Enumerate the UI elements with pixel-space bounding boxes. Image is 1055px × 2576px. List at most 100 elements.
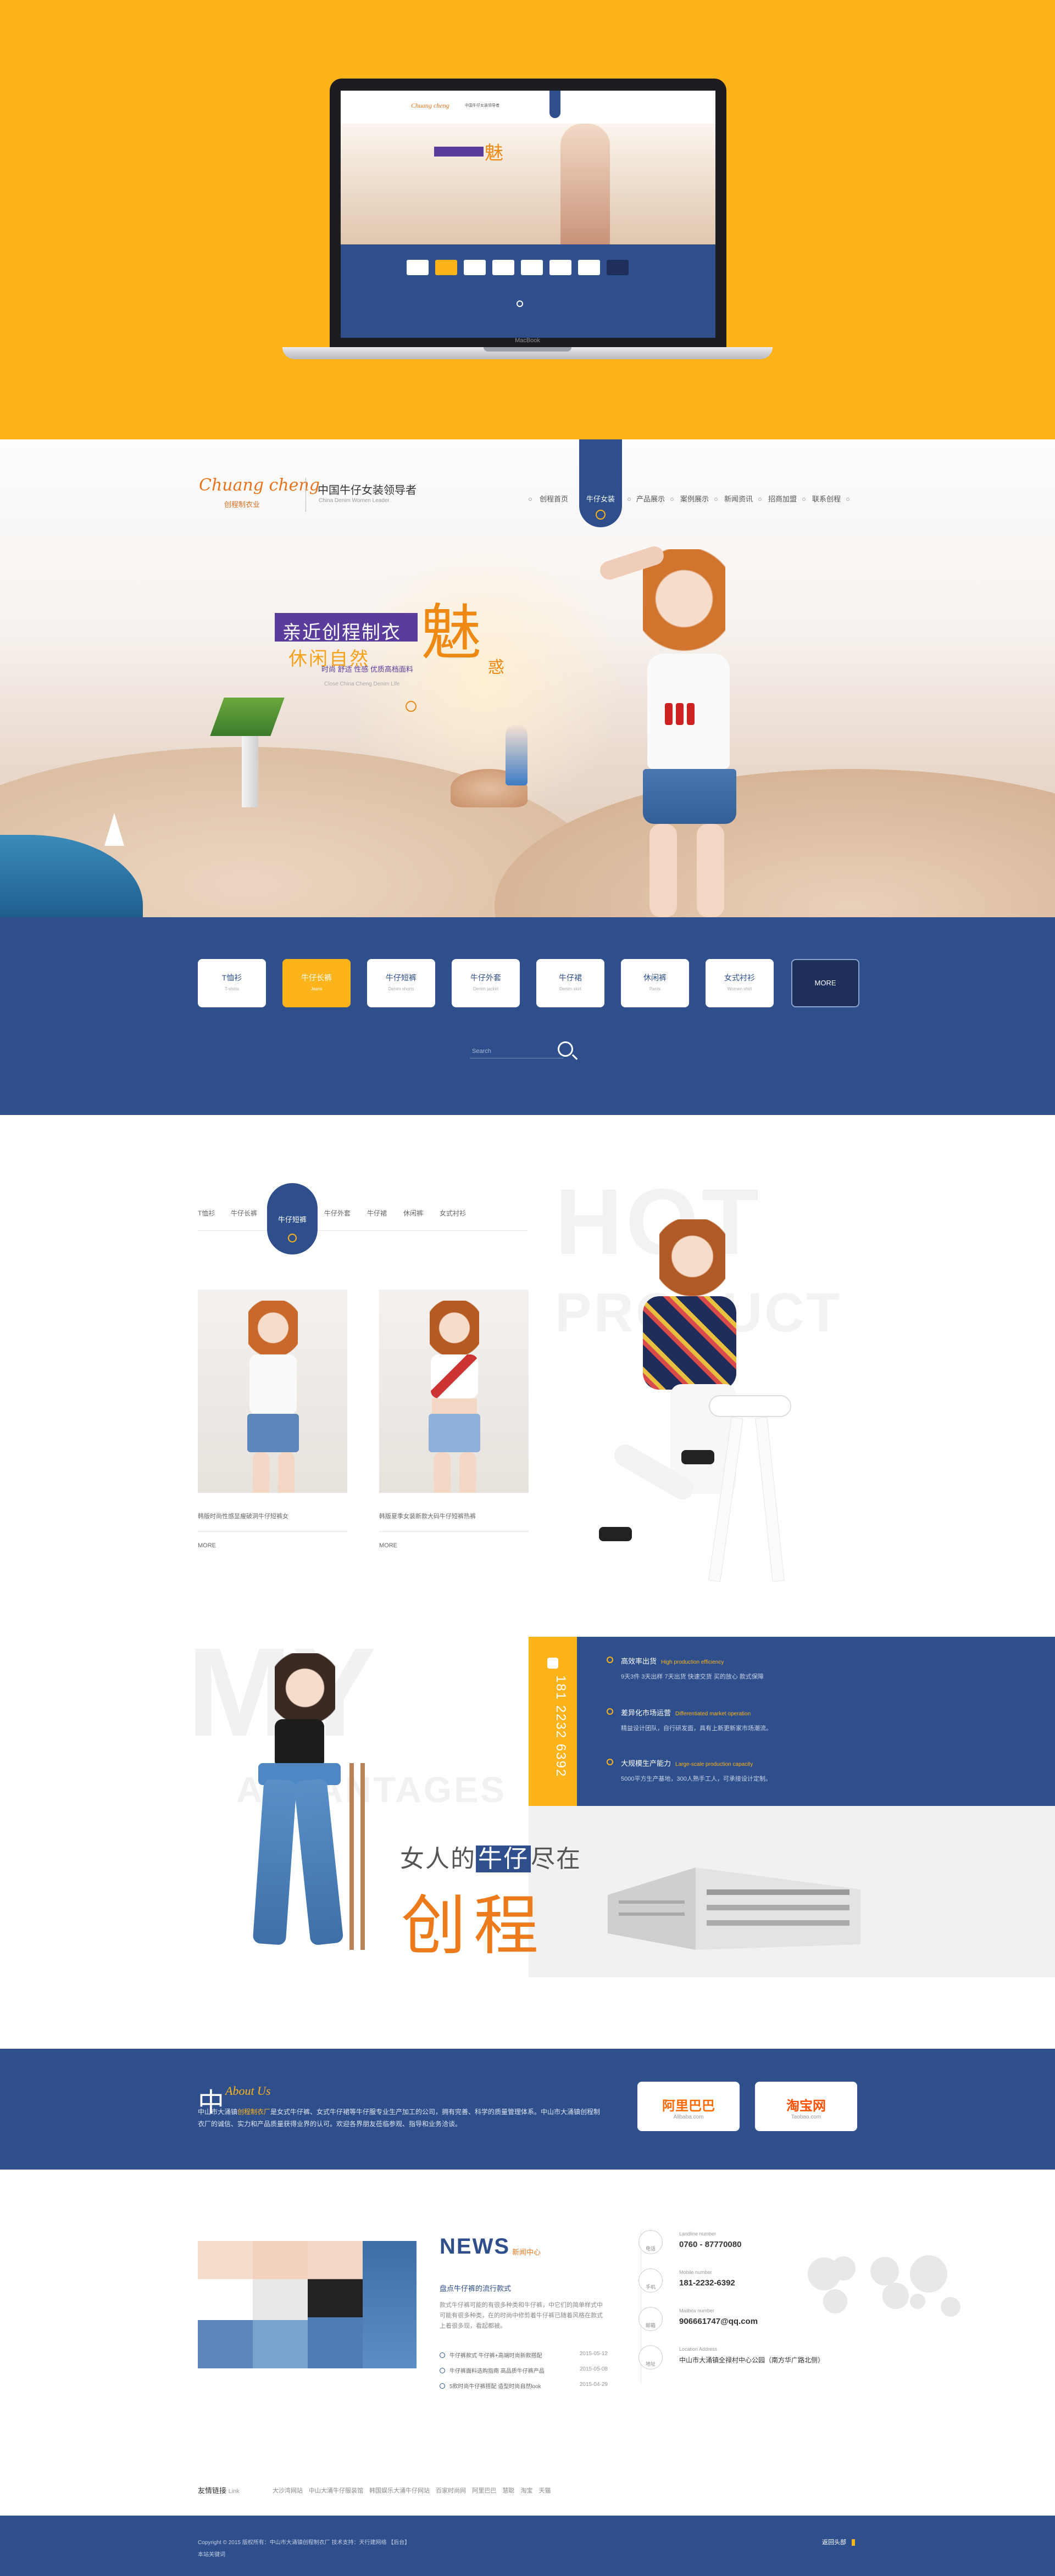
- tab-jacket[interactable]: 牛仔外套: [324, 1208, 351, 1218]
- footer-keywords: 本站关键词: [198, 2552, 225, 2558]
- tab-skirt[interactable]: 牛仔裙: [367, 1208, 387, 1218]
- back-to-top-button[interactable]: 返回头部: [822, 2538, 855, 2546]
- advantage-title: 差异化市场运营 Differentiated market operation: [621, 1709, 751, 1717]
- partner-taobao[interactable]: 淘宝网 Taobao.com: [755, 2082, 857, 2131]
- slogan: 女人的牛仔尽在: [400, 1845, 581, 1872]
- category-en: T-shirts: [224, 986, 240, 991]
- tab-shirt[interactable]: 女式衬衫: [440, 1208, 466, 1218]
- product-caption[interactable]: 韩版时尚性感显瘦破洞牛仔短裤女: [198, 1512, 288, 1520]
- news-image[interactable]: [198, 2241, 417, 2368]
- mini-tagline: 中国牛仔女装领导者: [465, 104, 499, 108]
- small-figure: [506, 725, 528, 785]
- logo[interactable]: Chuang cheng: [199, 476, 320, 495]
- contact-address: 中山市大涌镇全禄村中心公园（南方华广路北侧）: [679, 2356, 825, 2364]
- partner-alibaba[interactable]: 阿里巴巴 Alibaba.com: [637, 2082, 740, 2131]
- advantage-title: 高效率出货 High production efficiency: [621, 1657, 724, 1665]
- hero-title-bg: 亲近创程制衣: [275, 613, 418, 643]
- category-label: T恤衫: [221, 973, 242, 982]
- nav-active-label: 牛仔女装: [586, 495, 615, 503]
- category-jeans[interactable]: 牛仔长裤 Jeans: [282, 959, 351, 1007]
- stool-leg: [360, 1763, 365, 1950]
- friend-link[interactable]: 中山大涌牛仔服装馆: [309, 2488, 363, 2494]
- tab-jeans[interactable]: 牛仔长裤: [231, 1208, 257, 1218]
- nav-join[interactable]: 招商加盟: [768, 493, 797, 504]
- laptop-brand: MacBook: [515, 337, 540, 344]
- contact-label: Location Address: [679, 2346, 718, 2352]
- category-label: 牛仔外套: [470, 973, 501, 982]
- friend-link[interactable]: 百家时尚网: [436, 2488, 466, 2494]
- hero-en: Close China Cheng Denim Life: [324, 681, 400, 687]
- mini-categories: [407, 260, 648, 275]
- partner-name: 阿里巴巴: [662, 2099, 715, 2114]
- friend-link[interactable]: 天猫: [538, 2488, 551, 2494]
- nav-dot-icon: [758, 498, 762, 501]
- category-en: Denim shorts: [388, 986, 414, 991]
- hot-product-section: HOT PRODUCT T恤衫 牛仔长裤 牛仔短裤 牛仔外套 牛仔裙 休闲裤 女…: [0, 1115, 1055, 1620]
- search-box[interactable]: Search: [470, 1041, 585, 1061]
- tab-tshirt[interactable]: T恤衫: [198, 1208, 215, 1218]
- product-caption[interactable]: 韩版夏季女装新款大码牛仔短裤热裤: [379, 1512, 476, 1520]
- friend-link[interactable]: 大沙湾网站: [273, 2488, 303, 2494]
- category-label: 牛仔长裤: [301, 973, 332, 982]
- contact-landline: 0760 - 87770080: [679, 2240, 742, 2249]
- news-item-date: 2015-05-12: [579, 2351, 608, 2357]
- news-item-title: 牛仔裤款式 牛仔裤+高端时尚新款搭配: [449, 2353, 542, 2359]
- category-jacket[interactable]: 牛仔外套 Denim jacket: [452, 959, 520, 1007]
- product-more-link[interactable]: MORE: [379, 1542, 397, 1549]
- category-en: Denim skirt: [559, 986, 581, 991]
- mail-icon: 邮箱: [638, 2307, 663, 2331]
- nav-active-indicator[interactable]: 牛仔女装: [579, 439, 622, 527]
- product-card-image[interactable]: [379, 1290, 529, 1493]
- mini-banner: [434, 147, 484, 157]
- mini-logo: Chuang cheng: [411, 102, 449, 109]
- advantage-desc: 5000平方生产基地，300人熟手工人，可承接设计定制。: [621, 1776, 771, 1782]
- bullet-icon: [440, 2352, 445, 2358]
- partner-url: Alibaba.com: [673, 2114, 704, 2120]
- hero-huo: 惑: [488, 659, 504, 677]
- more-categories-button[interactable]: MORE: [791, 959, 859, 1007]
- nav-cases[interactable]: 案例展示: [680, 493, 709, 504]
- play-icon[interactable]: [406, 701, 417, 712]
- news-item[interactable]: 5款时尚牛仔裤搭配 造型时尚自然look 2015-04-29: [440, 2382, 608, 2393]
- news-item[interactable]: 牛仔裤面料选购指南 高品质牛仔裤产品 2015-05-08: [440, 2366, 608, 2377]
- nav-contact[interactable]: 联系创程: [812, 493, 841, 504]
- tab-shorts[interactable]: 牛仔短裤: [267, 1183, 318, 1254]
- copyright: Copyright © 2015 版权所有：中山市大涌镇创程制衣厂 技术支持：天…: [198, 2540, 410, 2546]
- hero-section: Chuang cheng 创程制衣业 中国牛仔女装领导者 China Denim…: [0, 439, 1055, 917]
- nav-products[interactable]: 产品展示: [636, 493, 665, 504]
- contact-mobile: 181-2232-6392: [679, 2278, 735, 2288]
- category-en: Denim jacket: [473, 986, 499, 991]
- category-shirt[interactable]: 女式衬衫 Women shirt: [706, 959, 774, 1007]
- category-label: 牛仔裙: [559, 973, 582, 982]
- category-label: 女式衬衫: [724, 973, 755, 982]
- stool-leg: [349, 1763, 354, 1950]
- search-icon[interactable]: [558, 1041, 573, 1057]
- mini-mei: 魅: [485, 143, 503, 164]
- location-icon: 地址: [638, 2345, 663, 2369]
- news-item[interactable]: 牛仔裤款式 牛仔裤+高端时尚新款搭配 2015-05-12: [440, 2351, 608, 2362]
- tab-pants[interactable]: 休闲裤: [403, 1208, 423, 1218]
- about-text: 中山市大涌镇创程制衣厂是女式牛仔裤、女式牛仔裙等牛仔服专业生产加工的公司，拥有完…: [198, 2108, 601, 2128]
- nav-dot-icon: [670, 498, 674, 501]
- friend-link[interactable]: 淘宝: [520, 2488, 532, 2494]
- mobile-icon: 手机: [638, 2268, 663, 2293]
- news-headline[interactable]: 盘点牛仔裤的流行款式: [440, 2283, 511, 2293]
- category-skirt[interactable]: 牛仔裙 Denim skirt: [536, 959, 604, 1007]
- nav-home[interactable]: 创程首页: [540, 493, 568, 504]
- advantage-title: 大规模生产能力 Large-scale production capacity: [621, 1759, 753, 1767]
- friend-link[interactable]: 阿里巴巴: [472, 2488, 496, 2494]
- product-card-image[interactable]: [198, 1290, 347, 1493]
- category-pants[interactable]: 休闲裤 Pants: [621, 959, 689, 1007]
- friend-link[interactable]: 慧聪: [502, 2488, 514, 2494]
- category-shorts[interactable]: 牛仔短裤 Denim shorts: [367, 959, 435, 1007]
- search-input[interactable]: Search: [472, 1048, 491, 1055]
- nav-news[interactable]: 新闻资讯: [724, 493, 753, 504]
- tagline: 中国牛仔女装领导者: [318, 484, 417, 497]
- footer: Copyright © 2015 版权所有：中山市大涌镇创程制衣厂 技术支持：天…: [0, 2516, 1055, 2576]
- friend-links-label: 友情链接 Link: [198, 2486, 240, 2495]
- contact-email[interactable]: 906661747@qq.com: [679, 2317, 758, 2326]
- nav-dot-icon: [529, 498, 532, 501]
- product-more-link[interactable]: MORE: [198, 1542, 216, 1549]
- category-tshirt[interactable]: T恤衫 T-shirts: [198, 959, 266, 1007]
- friend-link[interactable]: 韩国娱乐大涌牛仔网站: [369, 2488, 430, 2494]
